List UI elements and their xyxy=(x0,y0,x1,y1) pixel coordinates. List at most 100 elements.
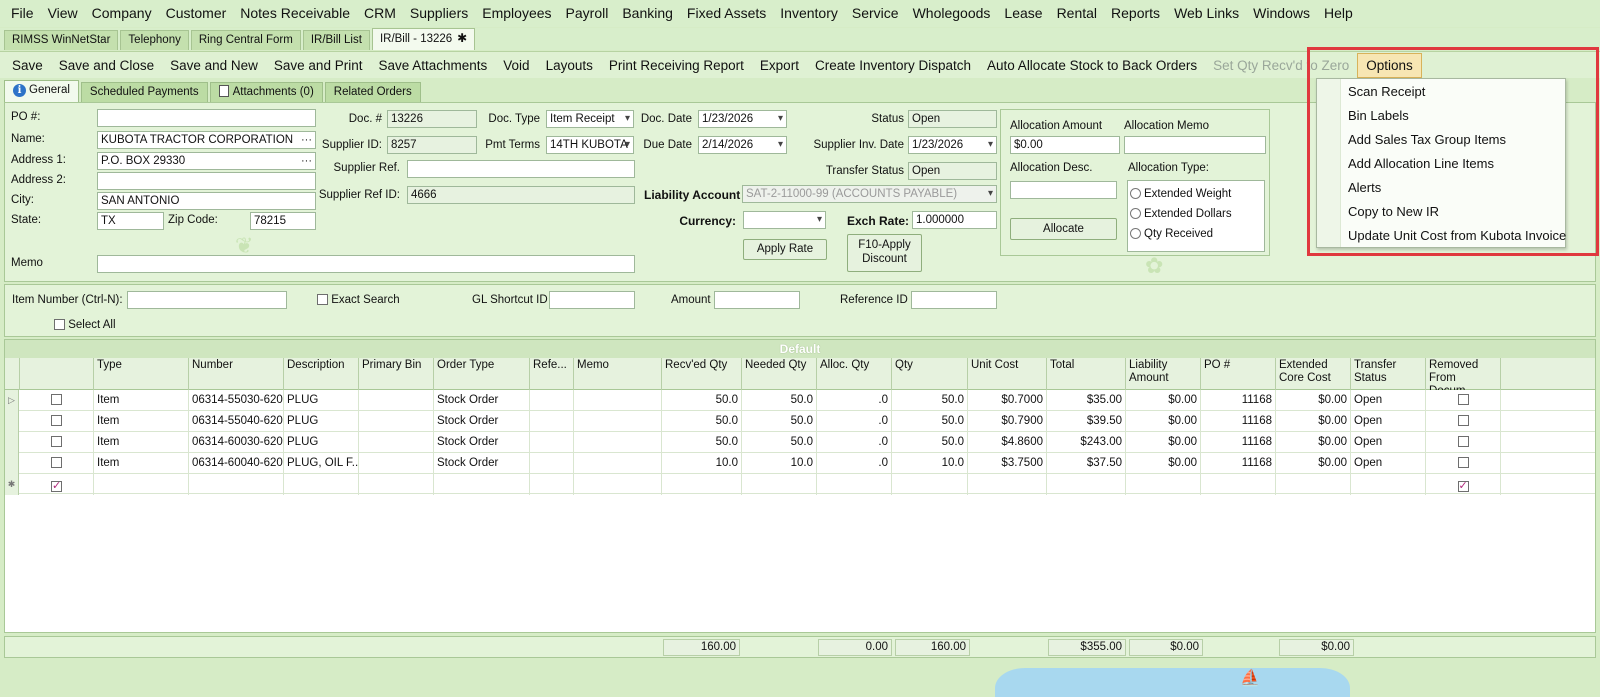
liability-account-select[interactable]: SAT-2-11000-99 (ACCOUNTS PAYABLE) xyxy=(742,185,997,203)
cell-alloc-qty[interactable]: .0 xyxy=(817,453,892,474)
new-cell[interactable] xyxy=(359,474,434,495)
new-cell[interactable] xyxy=(742,474,817,495)
name-field[interactable]: KUBOTA TRACTOR CORPORATION ··· xyxy=(97,131,316,149)
cell-type[interactable]: Item xyxy=(94,390,189,411)
cell-transfer-status[interactable]: Open xyxy=(1351,453,1426,474)
cell-number[interactable]: 06314-60040-620 xyxy=(189,453,284,474)
menu-inventory[interactable]: Inventory xyxy=(773,0,845,27)
cell-needed-qty[interactable]: 10.0 xyxy=(742,453,817,474)
cell-primary-bin[interactable] xyxy=(359,453,434,474)
menu-payroll[interactable]: Payroll xyxy=(559,0,616,27)
cell-removed-checkbox[interactable] xyxy=(1426,432,1501,453)
menu-file[interactable]: File xyxy=(4,0,41,27)
new-cell[interactable] xyxy=(1276,474,1351,495)
cell-transfer-status[interactable]: Open xyxy=(1351,411,1426,432)
cell-removed-checkbox[interactable] xyxy=(1426,411,1501,432)
cell-transfer-status[interactable]: Open xyxy=(1351,432,1426,453)
new-cell[interactable] xyxy=(1126,474,1201,495)
tab-scheduled-payments[interactable]: Scheduled Payments xyxy=(80,82,208,102)
item-number-field[interactable] xyxy=(127,291,287,309)
cell-needed-qty[interactable]: 50.0 xyxy=(742,411,817,432)
cell-description[interactable]: PLUG xyxy=(284,432,359,453)
menu-item-update-unit-cost[interactable]: Update Unit Cost from Kubota Invoice xyxy=(1341,224,1566,248)
exact-search-checkbox[interactable]: Exact Search xyxy=(317,294,400,306)
new-cell[interactable] xyxy=(574,474,662,495)
menu-service[interactable]: Service xyxy=(845,0,906,27)
new-row-select-checkbox[interactable]: ✓ xyxy=(20,474,94,495)
cell-memo[interactable] xyxy=(574,411,662,432)
new-cell[interactable] xyxy=(94,474,189,495)
header-order-type[interactable]: Order Type xyxy=(434,358,530,390)
supplier-id-field[interactable]: 8257 xyxy=(387,136,477,154)
cell-reference[interactable] xyxy=(530,411,574,432)
cell-needed-qty[interactable]: 50.0 xyxy=(742,432,817,453)
header-alloc-qty[interactable]: Alloc. Qty xyxy=(817,358,892,390)
cell-total[interactable]: $37.50 xyxy=(1047,453,1126,474)
cell-total[interactable]: $35.00 xyxy=(1047,390,1126,411)
set-qty-zero-button[interactable]: Set Qty Recv'd to Zero xyxy=(1205,53,1357,78)
address2-field[interactable] xyxy=(97,172,316,190)
supplier-ref-id-field[interactable]: 4666 xyxy=(407,186,635,204)
cell-extended-core-cost[interactable]: $0.00 xyxy=(1276,453,1351,474)
header-memo[interactable]: Memo xyxy=(574,358,662,390)
save-and-new-button[interactable]: Save and New xyxy=(162,53,266,78)
address1-field[interactable]: P.O. BOX 29330 ··· xyxy=(97,152,316,170)
cell-reference[interactable] xyxy=(530,453,574,474)
menu-company[interactable]: Company xyxy=(85,0,159,27)
new-cell[interactable] xyxy=(1047,474,1126,495)
header-liability-amount[interactable]: Liability Amount xyxy=(1126,358,1201,390)
cell-extended-core-cost[interactable]: $0.00 xyxy=(1276,390,1351,411)
cell-extended-core-cost[interactable]: $0.00 xyxy=(1276,432,1351,453)
table-row[interactable]: Item 06314-60030-620 PLUG Stock Order 50… xyxy=(5,432,1595,453)
cell-recved-qty[interactable]: 10.0 xyxy=(662,453,742,474)
pmt-terms-select[interactable]: 14TH KUBOTA xyxy=(546,136,634,154)
cell-liability-amount[interactable]: $0.00 xyxy=(1126,432,1201,453)
menu-item-add-sales-tax-group[interactable]: Add Sales Tax Group Items xyxy=(1341,128,1506,152)
cell-type[interactable]: Item xyxy=(94,411,189,432)
cell-unit-cost[interactable]: $0.7900 xyxy=(968,411,1047,432)
cell-reference[interactable] xyxy=(530,390,574,411)
po-field[interactable] xyxy=(97,109,316,127)
cell-alloc-qty[interactable]: .0 xyxy=(817,432,892,453)
cell-description[interactable]: PLUG, OIL F... xyxy=(284,453,359,474)
cell-reference[interactable] xyxy=(530,432,574,453)
cell-po[interactable]: 11168 xyxy=(1201,453,1276,474)
cell-qty[interactable]: 50.0 xyxy=(892,411,968,432)
exch-rate-field[interactable]: 1.000000 xyxy=(912,211,997,229)
save-button[interactable]: Save xyxy=(4,53,51,78)
cell-memo[interactable] xyxy=(574,453,662,474)
row-select-checkbox[interactable] xyxy=(20,432,94,453)
cell-qty[interactable]: 50.0 xyxy=(892,432,968,453)
allocation-memo-field[interactable] xyxy=(1124,136,1266,154)
apply-rate-button[interactable]: Apply Rate xyxy=(743,239,827,260)
radio-extended-weight[interactable]: Extended Weight xyxy=(1130,188,1231,200)
doc-tab-ir-bill-list[interactable]: IR/Bill List xyxy=(302,30,370,50)
cell-extended-core-cost[interactable]: $0.00 xyxy=(1276,411,1351,432)
cell-total[interactable]: $39.50 xyxy=(1047,411,1126,432)
due-date-field[interactable]: 2/14/2026 xyxy=(698,136,787,154)
menu-customer[interactable]: Customer xyxy=(159,0,234,27)
menu-crm[interactable]: CRM xyxy=(357,0,403,27)
new-row[interactable]: ✱ ✓ ✓ xyxy=(5,474,1595,495)
amount-field[interactable] xyxy=(714,291,800,309)
new-row-removed-checkbox[interactable]: ✓ xyxy=(1426,474,1501,495)
new-cell[interactable] xyxy=(1351,474,1426,495)
cell-po[interactable]: 11168 xyxy=(1201,432,1276,453)
new-cell[interactable] xyxy=(1201,474,1276,495)
cell-unit-cost[interactable]: $3.7500 xyxy=(968,453,1047,474)
save-and-close-button[interactable]: Save and Close xyxy=(51,53,162,78)
select-all-checkbox[interactable]: Select All xyxy=(54,319,116,331)
menu-help[interactable]: Help xyxy=(1317,0,1360,27)
cell-description[interactable]: PLUG xyxy=(284,390,359,411)
cell-number[interactable]: 06314-60030-620 xyxy=(189,432,284,453)
doc-tab-rimss[interactable]: RIMSS WinNetStar xyxy=(4,30,119,50)
cell-order-type[interactable]: Stock Order xyxy=(434,411,530,432)
new-cell[interactable] xyxy=(434,474,530,495)
allocation-desc-field[interactable] xyxy=(1010,181,1117,199)
menu-fixed-assets[interactable]: Fixed Assets xyxy=(680,0,773,27)
header-po[interactable]: PO # xyxy=(1201,358,1276,390)
cell-recved-qty[interactable]: 50.0 xyxy=(662,432,742,453)
header-removed-from-document[interactable]: Removed From Docum... xyxy=(1426,358,1501,390)
table-row[interactable]: ▷ Item 06314-55030-620 PLUG Stock Order … xyxy=(5,390,1595,411)
cell-number[interactable]: 06314-55030-620 xyxy=(189,390,284,411)
